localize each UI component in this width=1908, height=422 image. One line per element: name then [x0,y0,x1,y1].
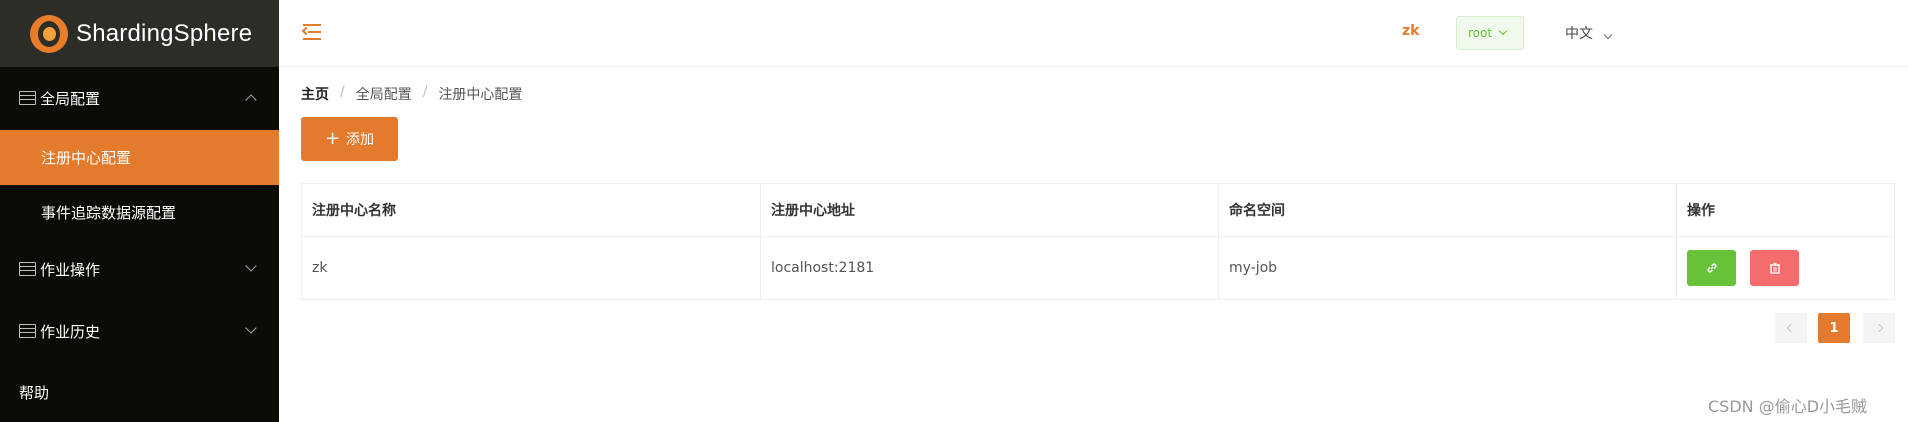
add-button-label: 添加 [346,132,375,148]
list-icon [19,324,36,338]
sidebar: ShardingSphere 全局配置 注册中心配置 事件追踪数据源配置 作业操… [0,0,279,422]
chevron-right-icon [1874,323,1884,333]
next-page-button[interactable] [1863,313,1895,343]
column-header: 注册中心名称 [302,184,761,236]
collapse-arrow-icon [301,26,311,36]
column-header: 命名空间 [1219,184,1677,236]
logo[interactable]: ShardingSphere [0,0,279,67]
shardingsphere-logo-icon [30,14,68,53]
column-header: 操作 [1687,203,1715,219]
table-header-row: 注册中心名称 注册中心地址 命名空间 操作 [302,184,1894,237]
current-registry-label[interactable]: zk [1402,23,1419,39]
user-dropdown[interactable]: root [1456,16,1524,50]
sidebar-item-registry-center[interactable]: 注册中心配置 [0,130,279,185]
column-header: 注册中心地址 [761,184,1219,236]
sidebar-group-global-config[interactable]: 全局配置 [0,73,279,123]
chevron-down-icon [1604,30,1613,40]
breadcrumb-separator: / [422,84,428,100]
registry-table: 注册中心名称 注册中心地址 命名空间 操作 zk localhost:2181 … [301,183,1895,300]
chevron-up-icon [245,94,257,106]
cell-address: localhost:2181 [761,237,1219,299]
app: ShardingSphere 全局配置 注册中心配置 事件追踪数据源配置 作业操… [0,0,1908,422]
sidebar-group-label: 全局配置 [40,89,101,108]
sidebar-item-label: 事件追踪数据源配置 [41,204,177,222]
connect-button[interactable] [1687,250,1736,286]
page-number-button[interactable]: 1 [1818,313,1850,343]
add-button[interactable]: + 添加 [301,117,398,161]
chevron-left-icon [1786,323,1796,333]
prev-page-button[interactable] [1775,313,1807,343]
cell-actions [1677,237,1894,299]
list-icon [19,262,36,276]
breadcrumb: 主页 / 全局配置 / 注册中心配置 [301,84,522,104]
language-label: 中文 [1565,26,1593,42]
chevron-down-icon [245,260,257,272]
breadcrumb-current: 注册中心配置 [438,87,523,103]
menu-line [303,38,321,40]
link-icon [1707,263,1716,273]
plus-icon: + [324,128,341,149]
user-name: root [1468,26,1493,40]
sidebar-group-label: 作业操作 [40,260,101,279]
sidebar-group-job-operation[interactable]: 作业操作 [0,244,279,294]
sidebar-group-job-history[interactable]: 作业历史 [0,306,279,356]
cell-namespace: my-job [1219,237,1677,299]
brand-name: ShardingSphere [76,19,253,47]
collapse-sidebar-button[interactable] [301,24,323,42]
chevron-down-icon [1498,26,1508,36]
chevron-down-icon [245,322,257,334]
trash-icon [1769,262,1780,274]
language-dropdown[interactable]: 中文 [1565,23,1613,43]
cell-name: zk [302,237,761,299]
sidebar-group-label: 作业历史 [40,322,101,341]
sidebar-item-event-trace-datasource[interactable]: 事件追踪数据源配置 [0,185,279,240]
watermark: CSDN @偷心D小毛贼 [1708,397,1868,416]
sidebar-item-label: 帮助 [19,383,50,402]
sidebar-item-label: 注册中心配置 [41,149,132,167]
breadcrumb-item: 全局配置 [355,87,412,103]
list-icon [19,91,36,105]
delete-button[interactable] [1750,250,1799,286]
top-header [279,0,1908,67]
breadcrumb-home[interactable]: 主页 [301,84,329,104]
sidebar-item-help[interactable]: 帮助 [0,367,279,417]
breadcrumb-separator: / [340,84,345,100]
table-row: zk localhost:2181 my-job [302,237,1894,299]
